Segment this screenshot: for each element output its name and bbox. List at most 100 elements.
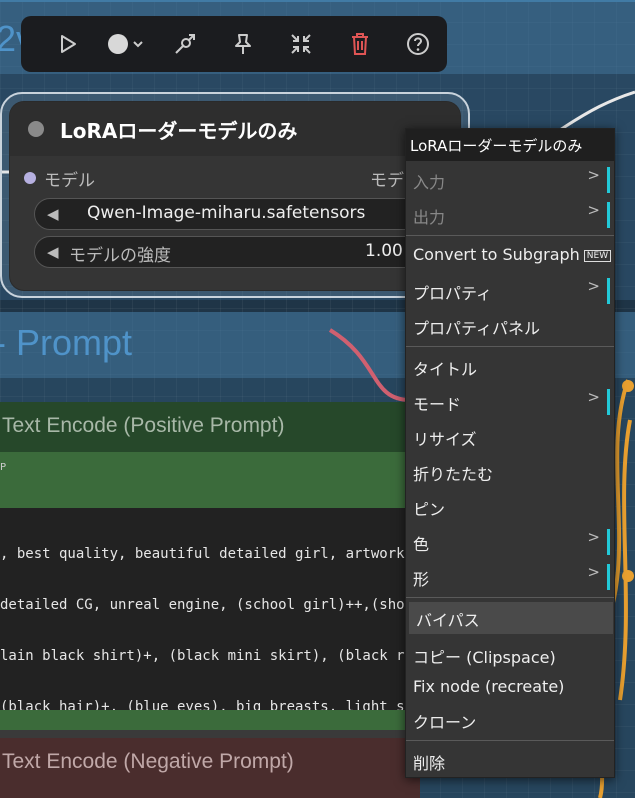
menu-item-label: クローン xyxy=(413,713,477,732)
menu-item-label: 色 xyxy=(413,535,430,554)
lora-loader-node[interactable]: LoRAローダーモデルのみ モデル モデ ◀ Qwen-Image-miharu… xyxy=(0,92,470,298)
chevron-right-icon: > xyxy=(587,166,600,184)
menu-separator xyxy=(406,235,614,236)
positive-prompt-node[interactable]: Text Encode (Positive Prompt) P , best q… xyxy=(0,402,420,740)
menu-separator xyxy=(406,346,614,347)
model-input-label: モデル xyxy=(44,171,95,191)
lora-node-title: LoRAローダーモデルのみ xyxy=(60,119,298,143)
lora-name-combo[interactable]: ◀ Qwen-Image-miharu.safetensors xyxy=(34,198,454,230)
wire-white xyxy=(559,90,635,132)
color-circle-icon xyxy=(108,34,144,54)
menu-item-label: バイパス xyxy=(416,611,480,630)
collapse-button[interactable] xyxy=(272,16,330,72)
trash-icon xyxy=(351,33,368,55)
menu-item-collapse[interactable]: 折りたたむ xyxy=(406,456,614,488)
menu-item-label: モード xyxy=(413,395,462,414)
menu-item-label: 削除 xyxy=(413,754,446,773)
negative-node-title: Text Encode (Negative Prompt) xyxy=(2,750,294,773)
menu-item-properties[interactable]: プロパティ > xyxy=(406,275,614,307)
strength-model-slider[interactable]: ◀ モデルの強度 1.00 xyxy=(34,236,454,268)
collapse-icon xyxy=(291,34,311,54)
menu-item-label: 入力 xyxy=(413,173,446,192)
prompt-line: , best quality, beautiful detailed girl,… xyxy=(0,546,405,562)
connect-icon xyxy=(174,34,195,54)
help-icon xyxy=(406,33,429,55)
menu-item-label: タイトル xyxy=(413,360,478,379)
model-input-slot[interactable] xyxy=(24,172,36,184)
menu-item-label: 出力 xyxy=(413,208,446,227)
node-context-menu: LoRAローダーモデルのみ 入力 > 出力 > Convert to Subgr… xyxy=(405,128,615,778)
node-toolbar xyxy=(21,16,447,72)
run-button[interactable] xyxy=(39,16,97,72)
strength-value: 1.00 xyxy=(365,241,403,261)
submenu-indicator xyxy=(607,278,610,304)
left-arrow-icon[interactable]: ◀ xyxy=(47,243,59,261)
lora-node-titlebar[interactable]: LoRAローダーモデルのみ xyxy=(10,102,460,156)
wire-orange-2 xyxy=(618,419,632,701)
delete-button[interactable] xyxy=(330,16,388,72)
menu-separator xyxy=(406,597,614,598)
positive-node-titlebar[interactable]: Text Encode (Positive Prompt) xyxy=(0,402,420,452)
menu-item-resize[interactable]: リサイズ xyxy=(406,421,614,453)
positive-band-text: P xyxy=(0,462,7,473)
chevron-right-icon: > xyxy=(587,388,600,406)
negative-prompt-node[interactable]: Text Encode (Negative Prompt) xyxy=(0,738,420,798)
prompt-line: detailed CG, unreal engine, (school girl… xyxy=(0,597,414,613)
menu-item-clone[interactable]: クローン xyxy=(406,704,614,736)
chevron-right-icon: > xyxy=(587,277,600,295)
menu-item-inputs[interactable]: 入力 > xyxy=(406,164,614,196)
wire-pink xyxy=(328,328,411,402)
left-arrow-icon[interactable]: ◀ xyxy=(47,205,59,223)
context-menu-header: LoRAローダーモデルのみ xyxy=(406,129,614,161)
wire-dot-orange xyxy=(622,570,634,582)
menu-item-label: Fix node (recreate) xyxy=(413,677,565,696)
menu-item-mode[interactable]: モード > xyxy=(406,386,614,418)
wire-dot-orange-2 xyxy=(622,380,634,392)
menu-item-label: 折りたたむ xyxy=(413,465,494,484)
menu-item-fix-node[interactable]: Fix node (recreate) xyxy=(406,672,614,704)
menu-item-label: リサイズ xyxy=(413,430,477,449)
color-button[interactable] xyxy=(97,16,155,72)
help-button[interactable] xyxy=(389,16,447,72)
menu-separator xyxy=(406,740,614,741)
menu-item-label: Convert to Subgraph xyxy=(413,245,580,264)
menu-item-label: 形 xyxy=(413,570,430,589)
menu-item-label: コピー (Clipspace) xyxy=(413,648,556,667)
menu-item-label: ピン xyxy=(413,500,446,519)
node-status-dot[interactable] xyxy=(28,121,44,137)
prompt-line: (black hair)+, (blue eyes), big breasts,… xyxy=(0,699,414,710)
prompt-line: lain black shirt)+, (black mini skirt), … xyxy=(0,648,405,664)
positive-node-band xyxy=(0,452,420,508)
menu-item-title[interactable]: タイトル xyxy=(406,351,614,383)
submenu-indicator xyxy=(607,202,610,228)
submenu-indicator xyxy=(607,529,610,555)
submenu-indicator xyxy=(607,564,610,590)
menu-item-label: プロパティパネル xyxy=(413,319,541,338)
lora-node-body: LoRAローダーモデルのみ モデル モデ ◀ Qwen-Image-miharu… xyxy=(10,102,460,290)
pin-icon xyxy=(234,34,251,54)
positive-prompt-textarea[interactable]: , best quality, beautiful detailed girl,… xyxy=(0,508,420,710)
submenu-indicator xyxy=(607,167,610,193)
menu-item-delete[interactable]: 削除 xyxy=(406,745,614,777)
menu-item-convert-to-subgraph[interactable]: Convert to Subgraph NEW xyxy=(406,240,614,272)
lora-file-value: Qwen-Image-miharu.safetensors xyxy=(87,203,366,223)
menu-item-bypass[interactable]: バイパス xyxy=(409,602,613,634)
chevron-right-icon: > xyxy=(587,201,600,219)
model-output-label: モデ xyxy=(370,171,404,191)
pin-button[interactable] xyxy=(214,16,272,72)
connect-button[interactable] xyxy=(156,16,214,72)
chevron-right-icon: > xyxy=(587,563,600,581)
menu-item-copy-clipspace[interactable]: コピー (Clipspace) xyxy=(406,639,614,671)
menu-item-shape[interactable]: 形 > xyxy=(406,561,614,593)
positive-node-footer xyxy=(0,710,420,730)
menu-item-pin[interactable]: ピン xyxy=(406,491,614,523)
positive-node-title: Text Encode (Positive Prompt) xyxy=(2,414,285,437)
menu-item-color[interactable]: 色 > xyxy=(406,526,614,558)
menu-item-properties-panel[interactable]: プロパティパネル xyxy=(406,310,614,342)
menu-item-label: プロパティ xyxy=(413,284,493,303)
play-icon xyxy=(61,35,77,53)
submenu-indicator xyxy=(607,389,610,415)
new-badge-icon: NEW xyxy=(583,250,612,262)
chevron-right-icon: > xyxy=(587,528,600,546)
menu-item-outputs[interactable]: 出力 > xyxy=(406,199,614,231)
